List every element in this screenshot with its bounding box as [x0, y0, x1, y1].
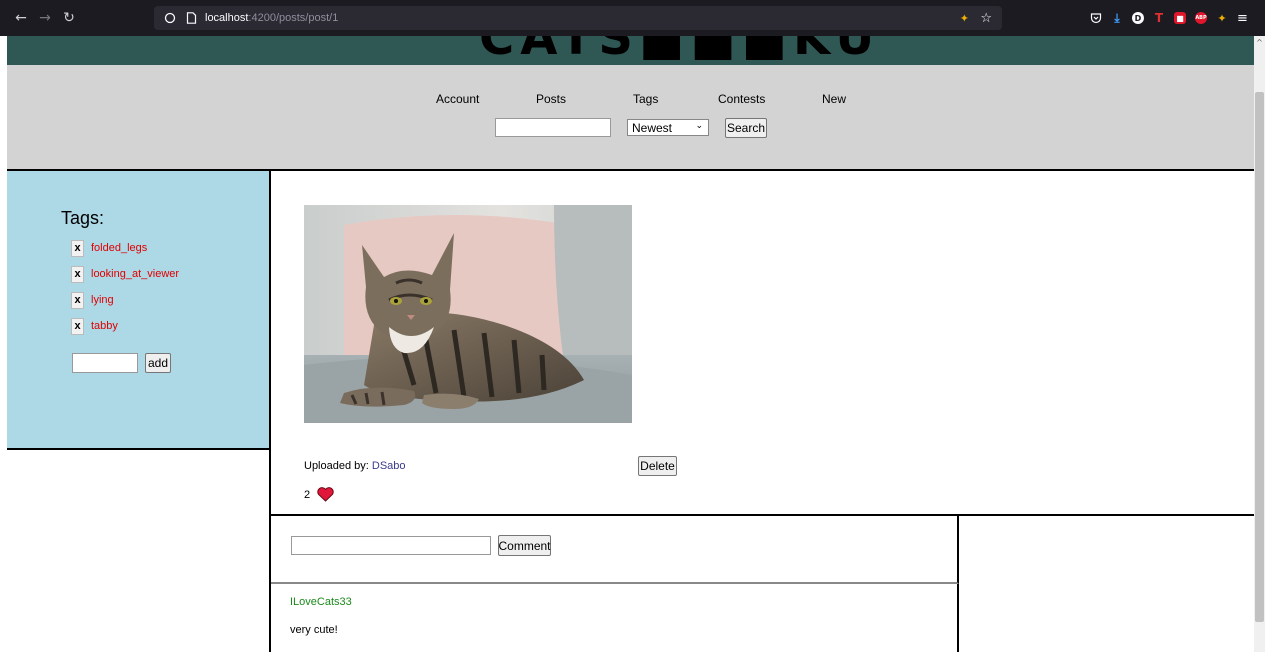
extension-icon[interactable]: ✦	[958, 12, 970, 25]
browser-toolbar: ← → ↻ localhost:4200/posts/post/1 ✦ ☆ ⤓ …	[0, 0, 1265, 36]
scrollbar-thumb[interactable]	[1255, 92, 1264, 622]
nav-tags[interactable]: Tags	[633, 92, 658, 106]
remove-tag-button[interactable]: x	[71, 317, 84, 335]
darkreader-icon[interactable]: D	[1132, 12, 1144, 24]
translate-icon[interactable]: T	[1153, 11, 1165, 25]
uploader-link[interactable]: DSabo	[372, 460, 406, 472]
comment-author[interactable]: ILoveCats33	[290, 596, 352, 608]
nav-posts[interactable]: Posts	[536, 92, 566, 106]
sort-select[interactable]: Newest ⌄	[627, 119, 709, 136]
page-icon	[186, 12, 197, 24]
tag-link[interactable]: tabby	[91, 320, 118, 332]
url-path: :4200/posts/post/1	[248, 12, 339, 24]
download-icon[interactable]: ⤓	[1111, 11, 1123, 25]
menu-icon[interactable]: ≡	[1237, 11, 1248, 26]
new-tag-input[interactable]	[72, 353, 138, 373]
uploaded-label: Uploaded by:	[304, 460, 369, 472]
add-tag-button[interactable]: add	[145, 353, 171, 373]
extensions-area: ⤓ D T ■ ABP ✦ ≡	[1090, 8, 1248, 28]
delete-button[interactable]: Delete	[638, 456, 677, 476]
remove-tag-button[interactable]: x	[71, 265, 84, 283]
search-input[interactable]	[495, 118, 611, 137]
nav-new[interactable]: New	[822, 92, 846, 106]
post-image	[304, 205, 632, 423]
adblock-icon[interactable]: ABP	[1195, 12, 1207, 24]
bookmark-star-icon[interactable]: ☆	[980, 11, 992, 26]
remove-tag-button[interactable]: x	[71, 291, 84, 309]
url-bar[interactable]: localhost:4200/posts/post/1 ✦ ☆	[154, 6, 1002, 30]
nav-account[interactable]: Account	[436, 92, 479, 106]
sort-selected-value: Newest	[632, 120, 673, 135]
tag-link[interactable]: folded_legs	[91, 242, 147, 254]
site-logo[interactable]: CATS■■■KU	[479, 36, 880, 65]
site-header: Account Posts Tags Contests New Newest ⌄…	[7, 65, 1254, 171]
remove-tag-button[interactable]: x	[71, 239, 84, 257]
pocket-icon[interactable]	[1090, 12, 1102, 24]
back-icon[interactable]: ←	[10, 7, 32, 29]
page-content: CATS■■■KU Account Posts Tags Contests Ne…	[0, 36, 1254, 652]
scroll-up-icon[interactable]: ^	[1254, 36, 1265, 48]
puzzle-icon[interactable]: ✦	[1216, 12, 1228, 25]
uploaded-by: Uploaded by: DSabo	[304, 460, 406, 472]
comment-input[interactable]	[291, 536, 491, 555]
ublock-icon[interactable]: ■	[1174, 12, 1186, 24]
comment-button[interactable]: Comment	[498, 535, 551, 556]
url-host: localhost	[205, 12, 249, 24]
tag-link[interactable]: looking_at_viewer	[91, 268, 179, 280]
tag-item: x folded_legs	[71, 238, 147, 258]
site-banner: CATS■■■KU	[7, 36, 1254, 65]
comment-text: very cute!	[290, 624, 338, 636]
reload-icon[interactable]: ↻	[58, 7, 80, 29]
nav-contests[interactable]: Contests	[718, 92, 765, 106]
like-count: 2	[304, 488, 311, 501]
heart-icon[interactable]	[317, 487, 334, 502]
likes: 2	[304, 487, 334, 502]
comment-form: Comment	[271, 516, 959, 584]
search-button[interactable]: Search	[725, 118, 767, 138]
url-text[interactable]: localhost:4200/posts/post/1	[205, 12, 338, 24]
tag-link[interactable]: lying	[91, 294, 114, 306]
tag-item: x lying	[71, 290, 114, 310]
page-scrollbar[interactable]: ^	[1254, 36, 1265, 652]
forward-icon[interactable]: →	[34, 7, 56, 29]
tag-item: x tabby	[71, 316, 118, 336]
tags-title: Tags:	[61, 208, 105, 228]
shield-icon[interactable]	[164, 12, 176, 24]
post-panel: Uploaded by: DSabo Delete 2	[271, 171, 1254, 516]
comment-item: ILoveCats33 very cute!	[271, 584, 959, 652]
tags-sidebar: Tags: x folded_legs x looking_at_viewer …	[7, 171, 271, 450]
chevron-down-icon: ⌄	[695, 121, 703, 131]
tag-item: x looking_at_viewer	[71, 264, 179, 284]
